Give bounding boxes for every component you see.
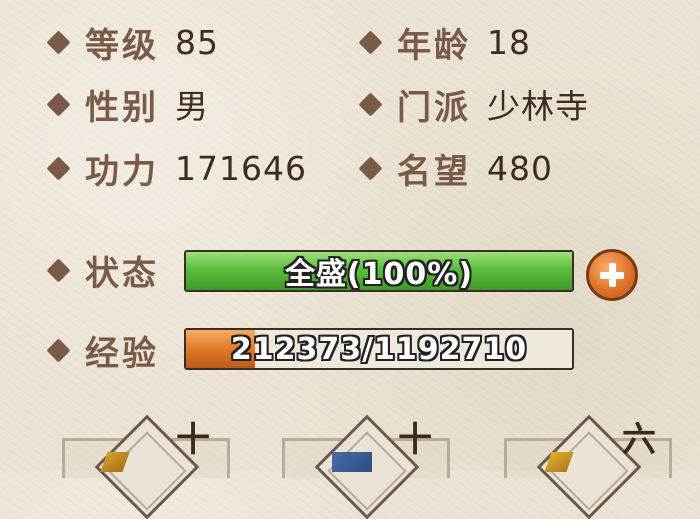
stat-value: 男	[175, 87, 209, 126]
stat-value: 18	[487, 22, 531, 62]
add-status-button[interactable]	[586, 249, 638, 301]
experience-label: 经验	[85, 333, 159, 374]
skill-rank: 六	[622, 420, 656, 460]
experience-row: 经验	[46, 322, 159, 378]
diamond-bullet-icon	[358, 155, 383, 181]
stat-label: 门派	[397, 87, 471, 128]
experience-bar-text: 212373/1192710	[230, 331, 528, 367]
diamond-bullet-icon	[46, 257, 71, 283]
stat-fame: 名望 480	[358, 140, 553, 196]
diamond-bullet-icon	[46, 155, 71, 181]
plus-icon-vertical	[608, 263, 616, 287]
stat-label: 性别	[85, 87, 159, 128]
stat-label: 年龄	[397, 25, 471, 66]
stat-value: 85	[175, 22, 219, 62]
skill-rank: 十	[398, 420, 432, 460]
diamond-bullet-icon	[358, 91, 383, 117]
status-row: 状态	[46, 242, 159, 298]
diamond-bullet-icon	[358, 29, 383, 55]
diamond-bullet-icon	[46, 337, 71, 363]
stat-label: 功力	[85, 151, 159, 192]
status-label: 状态	[85, 253, 159, 294]
experience-bar: 212373/1192710	[184, 328, 574, 370]
stat-value: 480	[487, 148, 553, 188]
stat-age: 年龄 18	[358, 14, 531, 70]
diamond-bullet-icon	[46, 29, 71, 55]
stat-label: 名望	[397, 151, 471, 192]
skill-rank: 十	[176, 420, 210, 460]
status-bar: 全盛(100%)	[184, 250, 574, 292]
skill-item-icon	[332, 452, 372, 472]
stat-power: 功力 171646	[46, 140, 307, 196]
stat-gender: 性别 男	[46, 76, 209, 132]
status-bar-text: 全盛(100%)	[284, 257, 474, 292]
diamond-bullet-icon	[46, 91, 71, 117]
stat-label: 等级	[85, 25, 159, 66]
stat-sect: 门派 少林寺	[358, 76, 589, 132]
stat-value: 171646	[175, 148, 307, 188]
stat-level: 等级 85	[46, 14, 219, 70]
stat-value: 少林寺	[487, 87, 589, 126]
